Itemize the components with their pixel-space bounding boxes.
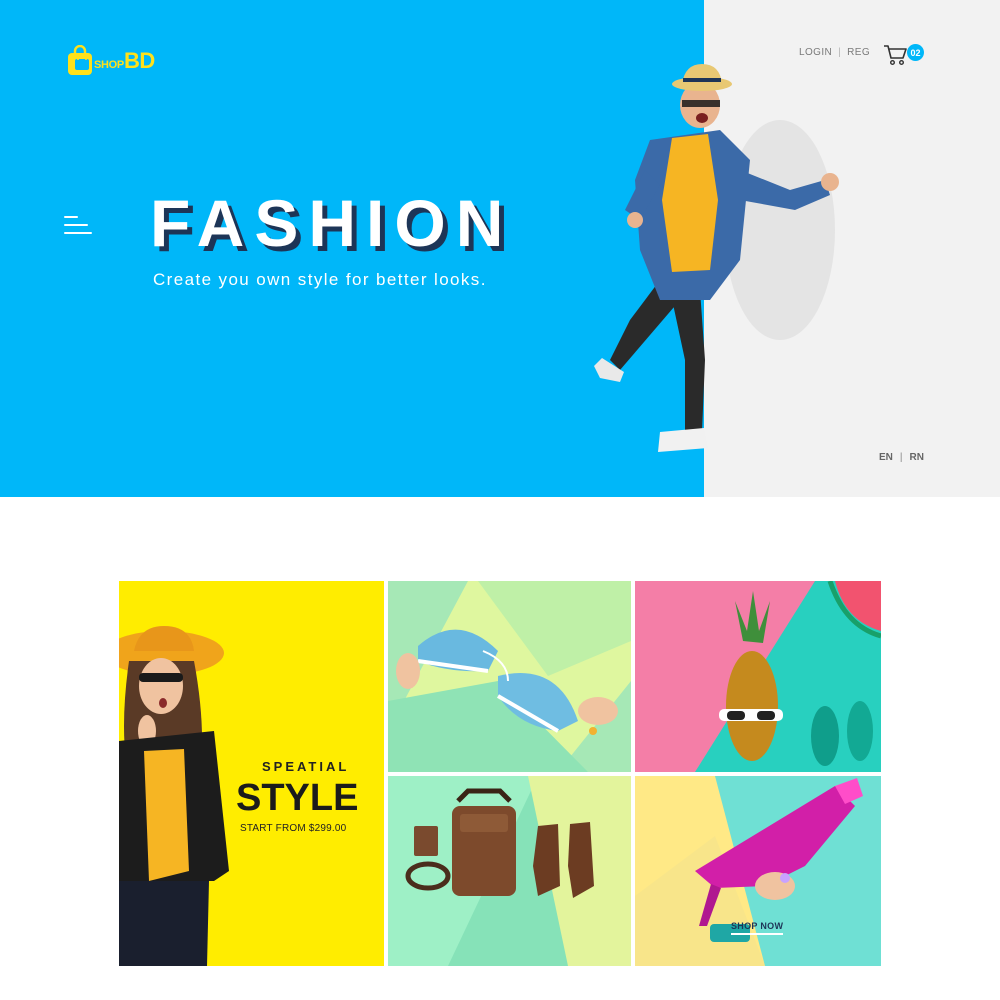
- shop-now-link[interactable]: SHOP NOW: [731, 921, 784, 935]
- lang-en[interactable]: EN: [879, 452, 893, 463]
- pineapple-tile[interactable]: [635, 581, 881, 772]
- cart-count-badge: 02: [907, 44, 924, 61]
- auth-separator: |: [838, 47, 842, 58]
- logo-bd-text: BD: [123, 48, 155, 73]
- sneakers-tile[interactable]: [388, 581, 631, 772]
- heels-tile[interactable]: SHOP NOW: [635, 776, 881, 966]
- promo-grid: SPEATIAL STYLE START FROM $299.00 SHOP N…: [119, 581, 881, 966]
- hero-title: FASHION: [150, 186, 514, 260]
- logo-text: SHOP BD: [94, 48, 155, 74]
- logo[interactable]: SHOP BD: [66, 43, 155, 79]
- special-price-text: START FROM $299.00: [240, 823, 347, 834]
- bag-boots-image: [388, 776, 631, 966]
- menu-icon[interactable]: [64, 214, 94, 236]
- shopping-bag-icon: [68, 45, 92, 75]
- special-eyebrow: SPEATIAL: [262, 759, 350, 774]
- language-switcher: EN | RN: [879, 452, 924, 463]
- auth-links: LOGIN | REG: [799, 47, 870, 58]
- pineapple-image: [635, 581, 881, 772]
- cart-icon: [884, 45, 907, 66]
- logo-shop-text: SHOP: [94, 59, 124, 71]
- hero-subtitle: Create you own style for better looks.: [153, 270, 487, 289]
- heels-image: [635, 776, 881, 966]
- hero-section: SHOP BD FASHION Create you own style for…: [0, 0, 1000, 497]
- hero-model-image: [594, 64, 839, 452]
- cart-button[interactable]: 02: [883, 42, 927, 68]
- woman-model-image: [119, 626, 229, 966]
- special-headline: STYLE: [236, 777, 359, 819]
- lang-rn[interactable]: RN: [910, 452, 924, 463]
- sneakers-image: [388, 581, 631, 772]
- lang-separator: |: [899, 452, 903, 463]
- bag-boots-tile[interactable]: [388, 776, 631, 966]
- login-link[interactable]: LOGIN: [799, 47, 832, 58]
- special-style-tile[interactable]: SPEATIAL STYLE START FROM $299.00: [119, 581, 384, 966]
- register-link[interactable]: REG: [847, 47, 870, 58]
